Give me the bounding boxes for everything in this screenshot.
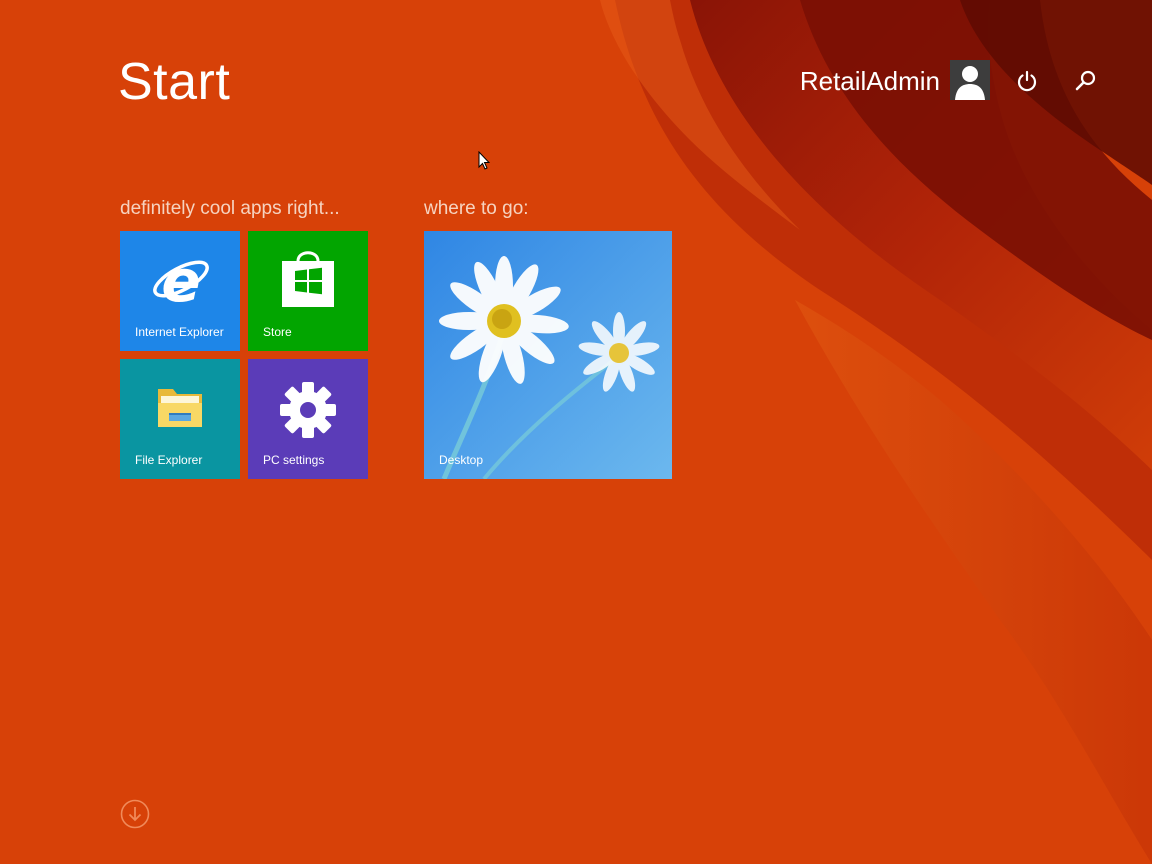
internet-explorer-icon: e (150, 247, 212, 318)
desktop-daisy-wallpaper (424, 231, 672, 479)
page-title: Start (118, 53, 231, 111)
tile-file-explorer[interactable]: File Explorer (120, 359, 240, 479)
mouse-cursor-icon (478, 151, 490, 170)
tile-label: Internet Explorer (135, 325, 224, 339)
tile-internet-explorer[interactable]: e Internet Explorer (120, 231, 240, 351)
search-icon[interactable] (1073, 68, 1099, 94)
file-explorer-icon (155, 383, 205, 436)
arrow-down-circle-icon (120, 799, 150, 829)
tile-label: Desktop (439, 453, 484, 467)
gear-icon (279, 381, 337, 444)
group-title-apps[interactable]: definitely cool apps right... (120, 196, 340, 222)
all-apps-button[interactable] (120, 799, 150, 829)
tile-label: Store (263, 325, 292, 339)
tile-pc-settings[interactable]: PC settings (248, 359, 368, 479)
user-account-button[interactable]: RetailAdmin (780, 60, 992, 102)
tile-store[interactable]: Store (248, 231, 368, 351)
group-title-where-to-go[interactable]: where to go: (424, 196, 529, 222)
user-name: RetailAdmin (799, 66, 940, 96)
store-icon (280, 247, 336, 314)
tile-desktop[interactable]: Desktop (424, 231, 672, 479)
power-icon[interactable] (1014, 68, 1040, 94)
user-avatar-icon (950, 60, 990, 100)
tile-label: PC settings (263, 453, 325, 467)
tile-label: File Explorer (135, 453, 203, 467)
